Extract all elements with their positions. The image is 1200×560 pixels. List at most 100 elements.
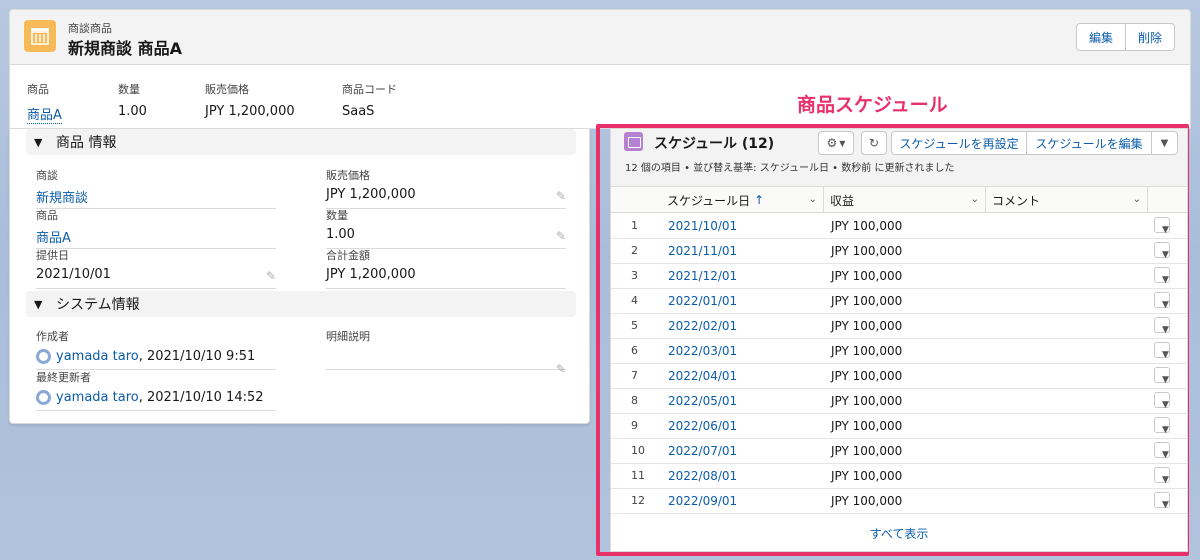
highlight-product-code: 商品コード SaaS [342, 81, 397, 119]
schedule-date-link[interactable]: 2021/12/01 [668, 269, 737, 283]
calendar-icon [624, 132, 643, 151]
revenue-value: JPY 100,000 [831, 394, 903, 408]
chevron-down-icon: ▼ [34, 135, 43, 149]
chevron-down-icon: ▼ [839, 138, 846, 148]
field-label: 最終更新者 [36, 371, 91, 384]
settings-gear-button[interactable]: ⚙ ▼ [818, 131, 854, 155]
created-date: , 2021/10/10 9:51 [138, 348, 256, 364]
chevron-down-icon[interactable]: ⌄ [1133, 194, 1141, 205]
section-title: システム情報 [56, 297, 140, 313]
row-number: 1 [631, 219, 638, 232]
chevron-down-icon: ▼ [1162, 475, 1169, 485]
row-number: 3 [631, 269, 638, 282]
row-action-button[interactable]: ▼ [1154, 492, 1170, 510]
row-action-button[interactable]: ▼ [1154, 442, 1170, 460]
chevron-down-icon: ▼ [1162, 300, 1169, 310]
schedule-date-link[interactable]: 2022/01/01 [668, 294, 737, 308]
more-actions-button[interactable]: ▼ [1151, 131, 1178, 155]
table-row: 10 2022/07/01 JPY 100,000 ▼ [611, 439, 1187, 464]
section-product-info[interactable]: ▼ 商品 情報 [26, 129, 576, 155]
schedule-date-link[interactable]: 2022/06/01 [668, 419, 737, 433]
reestablish-schedule-button[interactable]: スケジュールを再設定 [891, 131, 1027, 155]
table-row: 8 2022/05/01 JPY 100,000 ▼ [611, 389, 1187, 414]
column-label: 収益 [830, 193, 855, 208]
view-all-link[interactable]: すべて表示 [611, 525, 1187, 542]
row-action-button[interactable]: ▼ [1154, 217, 1170, 235]
highlight-sales-price: 販売価格 JPY 1,200,000 [205, 81, 295, 119]
table-row: 7 2022/04/01 JPY 100,000 ▼ [611, 364, 1187, 389]
schedule-date-link[interactable]: 2022/04/01 [668, 369, 737, 383]
field-service-date: 提供日 2021/10/01 ✎ [36, 247, 276, 289]
schedule-date-link[interactable]: 2022/08/01 [668, 469, 737, 483]
user-link[interactable]: yamada taro [56, 349, 139, 364]
user-link[interactable]: yamada taro [56, 390, 139, 405]
row-action-button[interactable]: ▼ [1154, 342, 1170, 360]
product-link[interactable]: 商品A [36, 231, 71, 246]
row-action-button[interactable]: ▼ [1154, 467, 1170, 485]
delete-button[interactable]: 削除 [1125, 23, 1175, 51]
opportunity-link[interactable]: 新規商談 [36, 191, 88, 206]
row-number: 6 [631, 344, 638, 357]
highlight-label: 商品 [27, 83, 49, 96]
chevron-down-icon[interactable]: ⌄ [971, 194, 979, 205]
row-action-button[interactable]: ▼ [1154, 367, 1170, 385]
highlights-panel: 商品 商品A 数量 1.00 販売価格 JPY 1,200,000 商品コード … [9, 65, 1191, 129]
row-action-button[interactable]: ▼ [1154, 417, 1170, 435]
highlight-label: 数量 [118, 83, 140, 96]
revenue-value: JPY 100,000 [831, 294, 903, 308]
row-number: 12 [631, 494, 645, 507]
product-link[interactable]: 商品A [27, 104, 62, 124]
field-line-description: 明細説明 ✎ [326, 328, 566, 376]
pencil-icon[interactable]: ✎ [556, 189, 566, 203]
edit-schedule-button[interactable]: スケジュールを編集 [1026, 131, 1152, 155]
annotation-label: 商品スケジュール [797, 94, 948, 116]
schedule-date-link[interactable]: 2021/11/01 [668, 244, 737, 258]
row-number: 8 [631, 394, 638, 407]
schedule-date-link[interactable]: 2022/03/01 [668, 344, 737, 358]
row-action-button[interactable]: ▼ [1154, 292, 1170, 310]
field-value: JPY 1,200,000 [326, 267, 416, 282]
table-header: スケジュール日 ↑ ⌄ 収益 ⌄ コメント ⌄ [611, 187, 1187, 213]
revenue-value: JPY 100,000 [831, 219, 903, 233]
column-header-comment[interactable]: コメント ⌄ [986, 187, 1148, 213]
row-action-button[interactable]: ▼ [1154, 392, 1170, 410]
schedule-date-link[interactable]: 2022/07/01 [668, 444, 737, 458]
pencil-icon[interactable]: ✎ [556, 229, 566, 243]
revenue-value: JPY 100,000 [831, 469, 903, 483]
pencil-icon[interactable]: ✎ [266, 269, 276, 283]
row-number: 10 [631, 444, 645, 457]
pencil-icon[interactable]: ✎ [556, 362, 566, 376]
column-header-revenue[interactable]: 収益 ⌄ [824, 187, 986, 213]
field-label: 明細説明 [326, 330, 370, 343]
edit-button[interactable]: 編集 [1075, 23, 1126, 51]
highlight-label: 商品コード [342, 83, 397, 96]
schedule-header: スケジュール (12) ⚙ ▼ ↻ スケジュールを再設定 スケジュールを編集 ▼ … [611, 129, 1187, 187]
chevron-down-icon[interactable]: ⌄ [809, 194, 817, 205]
table-row: 11 2022/08/01 JPY 100,000 ▼ [611, 464, 1187, 489]
schedule-date-link[interactable]: 2022/09/01 [668, 494, 737, 508]
column-label: コメント [992, 193, 1041, 208]
schedule-date-link[interactable]: 2022/02/01 [668, 319, 737, 333]
section-system-info[interactable]: ▼ システム情報 [26, 291, 576, 317]
chevron-down-icon: ▼ [1162, 250, 1169, 260]
highlight-product: 商品 商品A [27, 81, 62, 124]
chevron-down-icon: ▼ [34, 297, 43, 311]
field-value: JPY 1,200,000 [326, 187, 416, 202]
schedule-date-link[interactable]: 2022/05/01 [668, 394, 737, 408]
row-action-button[interactable]: ▼ [1154, 317, 1170, 335]
column-header-schedule-date[interactable]: スケジュール日 ↑ ⌄ [661, 187, 824, 213]
schedule-date-link[interactable]: 2021/10/01 [668, 219, 737, 233]
chevron-down-icon: ▼ [1162, 425, 1169, 435]
revenue-value: JPY 100,000 [831, 494, 903, 508]
details-card: ▼ 商品 情報 商談 新規商談 販売価格 JPY 1,200,000 ✎ 商品 商… [9, 129, 590, 424]
schedule-title[interactable]: スケジュール (12) [654, 133, 774, 153]
refresh-button[interactable]: ↻ [861, 131, 887, 155]
row-action-button[interactable]: ▼ [1154, 267, 1170, 285]
product-object-icon [24, 20, 56, 52]
section-title: 商品 情報 [56, 135, 117, 151]
row-number: 5 [631, 319, 638, 332]
row-action-button[interactable]: ▼ [1154, 242, 1170, 260]
field-label: 作成者 [36, 330, 69, 343]
highlight-label: 販売価格 [205, 83, 249, 96]
field-created-by: 作成者 yamada taro , 2021/10/10 9:51 [36, 328, 276, 370]
